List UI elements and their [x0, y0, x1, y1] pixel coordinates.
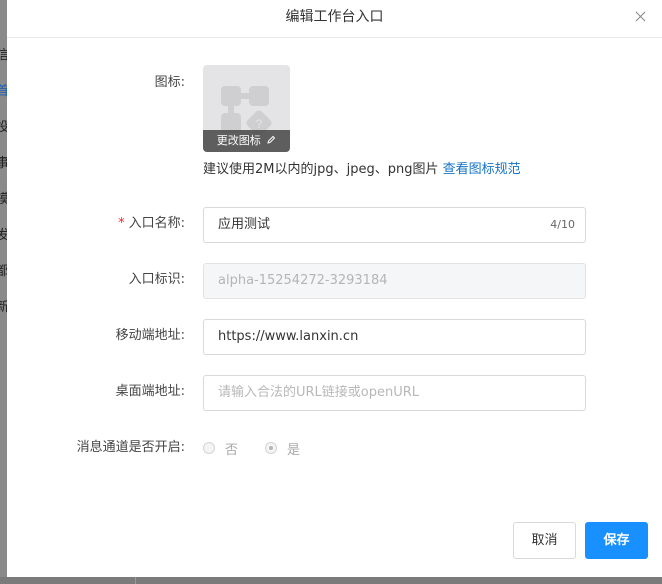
radio-option-no[interactable]: 否	[203, 438, 238, 458]
icon-hint: 建议使用2M以内的jpg、jpeg、png图片 查看图标规范	[203, 160, 521, 180]
save-button[interactable]: 保存	[585, 522, 648, 559]
radio-yes-label: 是	[287, 442, 301, 458]
entry-id-label: 入口标识:	[128, 272, 185, 287]
desktop-url-label: 桌面端地址:	[115, 384, 185, 399]
icon-label: 图标:	[154, 75, 185, 90]
desktop-url-input[interactable]: 请输入合法的URL链接或openURL	[203, 375, 586, 411]
entry-id-value: alpha-15254272-3293184	[218, 273, 388, 288]
icon-preview[interactable]: ? 更改图标	[203, 65, 290, 152]
radio-no[interactable]	[203, 442, 215, 454]
icon-spec-link[interactable]: 查看图标规范	[443, 162, 521, 177]
desktop-url-placeholder: 请输入合法的URL链接或openURL	[218, 385, 420, 400]
mobile-url-value: https://www.lanxin.cn	[218, 329, 359, 344]
radio-no-label: 否	[225, 442, 239, 458]
background-divider	[135, 577, 136, 584]
char-counter: 4/10	[550, 218, 575, 231]
message-channel-label: 消息通道是否开启:	[76, 440, 185, 455]
close-icon[interactable]	[633, 9, 649, 25]
entry-name-label: * 入口名称:	[7, 214, 185, 234]
change-icon-label: 更改图标	[216, 134, 261, 147]
background-footer	[0, 577, 662, 584]
change-icon-button[interactable]: 更改图标	[203, 130, 290, 152]
svg-text:?: ?	[256, 117, 263, 131]
radio-option-yes[interactable]: 是	[265, 438, 300, 458]
edit-entry-dialog: 编辑工作台入口 图标: ? 更改图标 建议使用2M以内的jpg、jpeg、png…	[7, 0, 662, 577]
cancel-button[interactable]: 取消	[513, 522, 576, 559]
mobile-url-label: 移动端地址:	[115, 328, 185, 343]
mobile-url-input[interactable]: https://www.lanxin.cn	[203, 319, 586, 355]
radio-yes[interactable]	[265, 442, 277, 454]
entry-name-label-text: 入口名称:	[128, 216, 185, 231]
entry-id-input: alpha-15254272-3293184	[203, 263, 586, 299]
pencil-icon	[267, 130, 276, 152]
entry-name-value: 应用测试	[218, 217, 271, 232]
dialog-title: 编辑工作台入口	[285, 9, 384, 25]
dialog-header: 编辑工作台入口	[7, 0, 662, 38]
entry-name-input[interactable]: 应用测试 4/10	[203, 207, 586, 243]
required-mark: *	[118, 216, 125, 231]
icon-hint-text: 建议使用2M以内的jpg、jpeg、png图片	[203, 162, 439, 177]
